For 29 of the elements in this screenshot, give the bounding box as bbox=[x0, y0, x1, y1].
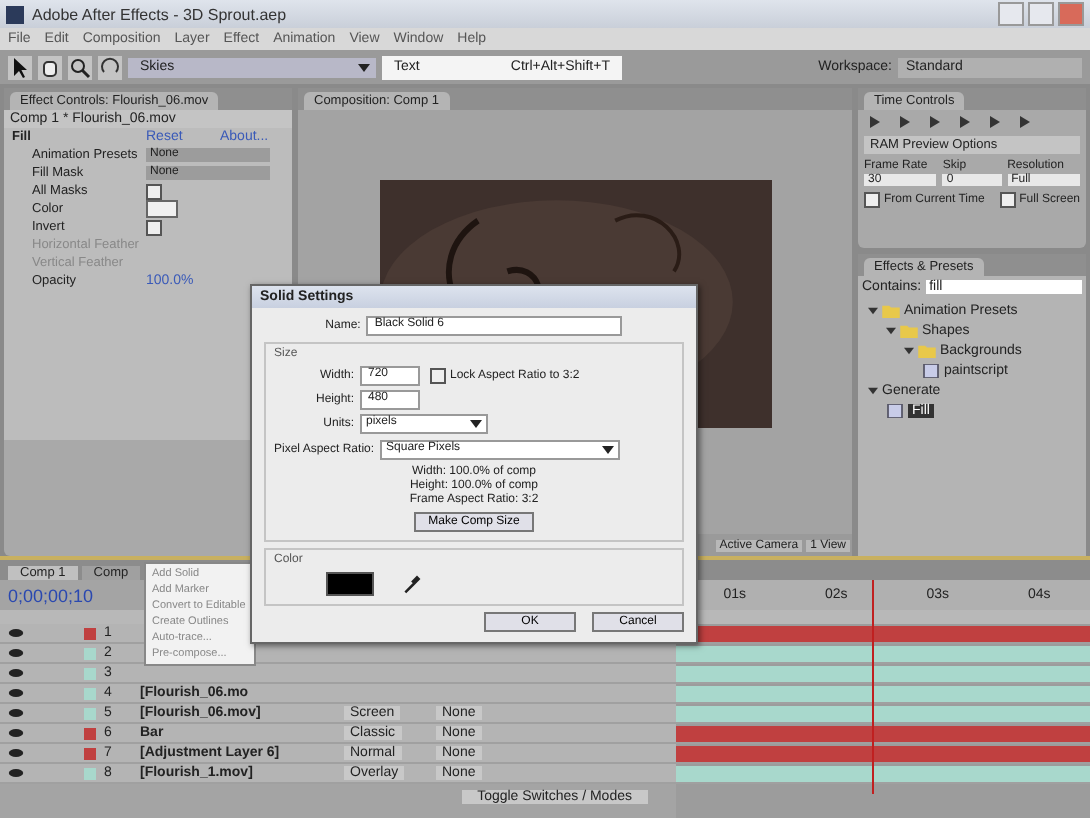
checkbox[interactable] bbox=[430, 368, 446, 384]
label-swatch[interactable] bbox=[84, 707, 96, 719]
expand-arrow-icon[interactable] bbox=[868, 385, 878, 395]
color-swatch[interactable] bbox=[146, 200, 178, 218]
label-swatch[interactable] bbox=[84, 727, 96, 739]
eyedropper-icon[interactable] bbox=[402, 574, 422, 594]
dropdown-arrow-icon bbox=[470, 420, 482, 428]
label-swatch[interactable] bbox=[84, 687, 96, 699]
checkbox[interactable] bbox=[999, 192, 1016, 208]
expand-arrow-icon[interactable] bbox=[886, 325, 896, 335]
expand-arrow-icon[interactable] bbox=[868, 305, 878, 315]
checkbox[interactable] bbox=[146, 183, 162, 199]
label-swatch[interactable] bbox=[84, 627, 96, 639]
color-swatch[interactable] bbox=[326, 572, 374, 596]
selection-tool-icon[interactable] bbox=[8, 55, 32, 79]
label-swatch[interactable] bbox=[84, 667, 96, 679]
label-swatch[interactable] bbox=[84, 747, 96, 759]
checkbox[interactable] bbox=[864, 192, 880, 208]
dropdown-arrow-icon bbox=[358, 63, 370, 71]
expand-arrow-icon[interactable] bbox=[904, 345, 914, 355]
label-swatch[interactable] bbox=[84, 647, 96, 659]
label-swatch[interactable] bbox=[84, 767, 96, 779]
effect-icon bbox=[922, 363, 940, 377]
dropdown-arrow-icon bbox=[602, 446, 615, 454]
window-title: Adobe After Effects - 3D Sprout.aep bbox=[32, 5, 287, 23]
effect-icon bbox=[886, 403, 904, 417]
checkbox[interactable] bbox=[146, 219, 162, 235]
app-icon bbox=[6, 5, 24, 23]
zoom-tool-icon[interactable] bbox=[68, 55, 92, 79]
